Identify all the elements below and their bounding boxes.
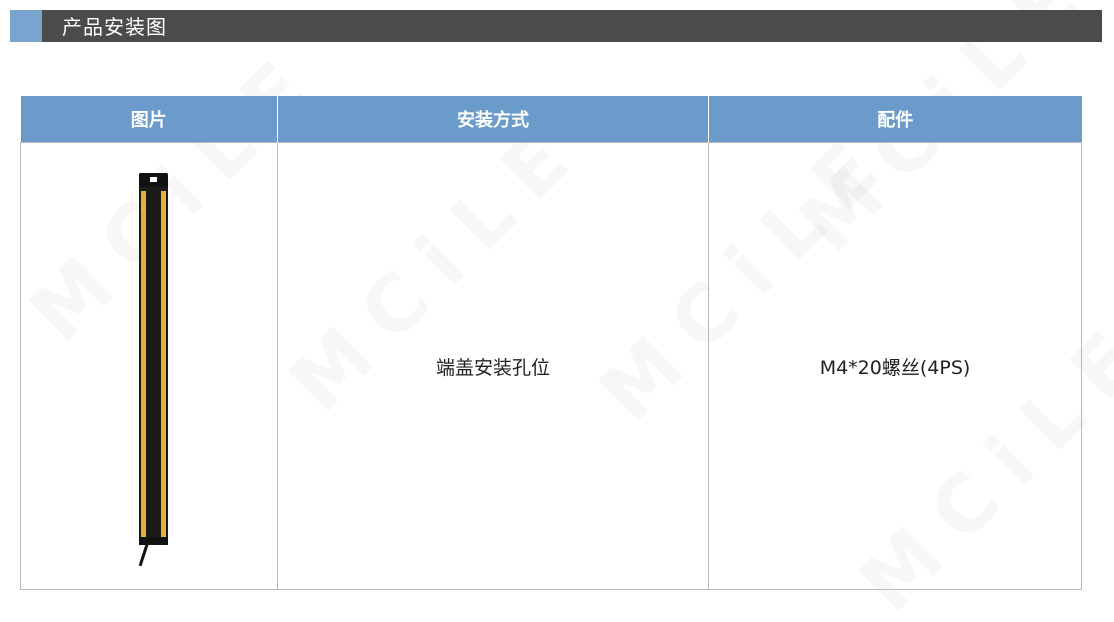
light-curtain-bar-icon: [21, 143, 278, 589]
page: MCiLE MCiLE MCiLE MCiLE MCiLE 产品安装图 图片 安…: [0, 0, 1114, 622]
bar-lens-left: [141, 191, 146, 537]
section-title: 产品安装图: [62, 15, 167, 39]
bar-cap-bottom: [139, 537, 168, 545]
cell-image: [20, 142, 278, 590]
header-install-method: 安装方式: [277, 96, 709, 143]
section-accent: [10, 10, 42, 42]
bar-cable: [138, 542, 149, 567]
bar-body: [139, 173, 168, 545]
section-header: 产品安装图: [10, 10, 1102, 42]
header-image: 图片: [20, 96, 278, 143]
bar-cap-top: [139, 173, 168, 187]
table-header-row: 图片 安装方式 配件: [20, 96, 1082, 143]
cell-install-method: 端盖安装孔位: [277, 142, 709, 590]
cell-accessory: M4*20螺丝(4PS): [708, 142, 1082, 590]
bar-cap-hole: [150, 177, 157, 182]
bar-lens-right: [161, 191, 166, 537]
header-accessory: 配件: [708, 96, 1082, 143]
table-row: 端盖安装孔位 M4*20螺丝(4PS): [20, 142, 1082, 590]
install-table: 图片 安装方式 配件 端盖安装孔位 M4*20螺丝(4PS): [20, 96, 1082, 590]
